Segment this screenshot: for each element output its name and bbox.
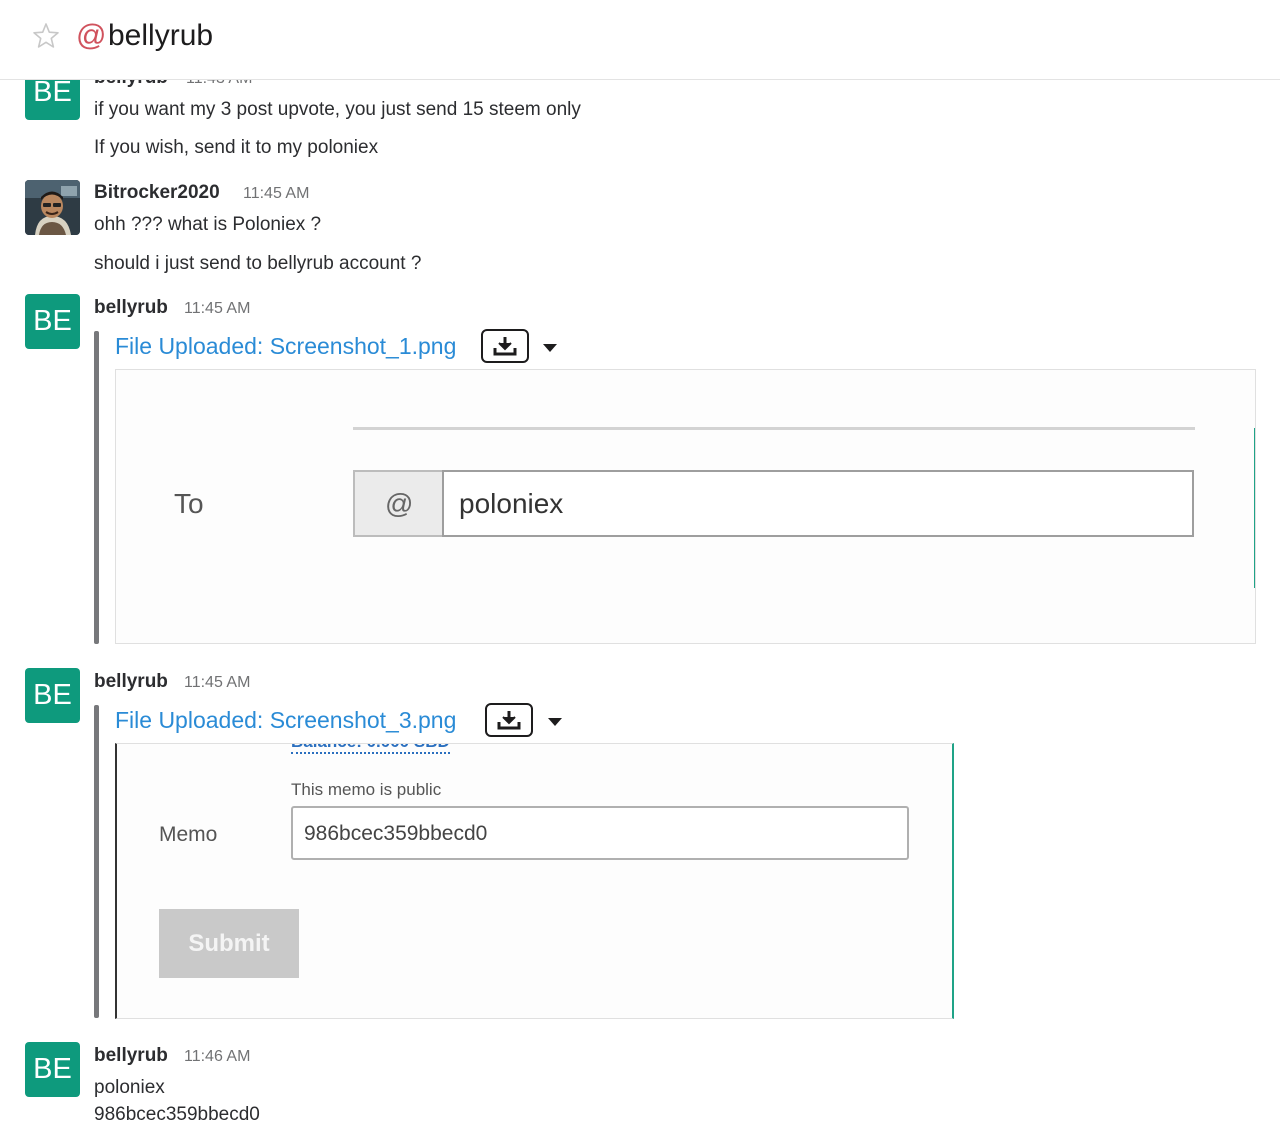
- channel-header: @ bellyrub: [0, 0, 1280, 80]
- attachment-bar: [94, 331, 99, 644]
- timestamp[interactable]: 11:45 AM: [184, 674, 250, 692]
- divider: [353, 427, 1195, 430]
- avatar[interactable]: [25, 180, 80, 235]
- message-text: if you want my 3 post upvote, you just s…: [94, 99, 581, 120]
- image-preview[interactable]: Balance: 0.000 SBD This memo is public M…: [115, 743, 954, 1019]
- recipient-value: poloniex: [459, 488, 564, 519]
- to-label: To: [174, 488, 204, 519]
- timestamp[interactable]: 11:46 AM: [184, 1048, 250, 1066]
- image-preview[interactable]: To @ poloniex: [115, 369, 1256, 644]
- download-button[interactable]: [485, 703, 533, 737]
- memo-hint: This memo is public: [291, 780, 442, 799]
- file-link[interactable]: File Uploaded: Screenshot_1.png: [115, 333, 456, 360]
- avatar[interactable]: BE: [25, 668, 80, 723]
- timestamp[interactable]: 11:45 AM: [243, 185, 309, 203]
- sender-name[interactable]: bellyrub: [94, 671, 168, 693]
- message-text: should i just send to bellyrub account ?: [94, 253, 422, 274]
- download-icon: [493, 337, 517, 356]
- at-prefix-box: @: [353, 470, 443, 537]
- file-menu-caret-icon[interactable]: [543, 344, 557, 352]
- memo-value: 986bcec359bbecd0: [304, 822, 488, 845]
- message-text: 986bcec359bbecd0: [94, 1104, 260, 1124]
- channel-title[interactable]: bellyrub: [108, 16, 213, 56]
- avatar[interactable]: BE: [25, 1042, 80, 1097]
- download-button[interactable]: [481, 329, 529, 363]
- download-icon: [497, 711, 521, 730]
- sender-name[interactable]: Bitrocker2020: [94, 182, 220, 204]
- sender-name[interactable]: bellyrub: [94, 1045, 168, 1067]
- submit-button: Submit: [159, 909, 299, 978]
- file-link[interactable]: File Uploaded: Screenshot_3.png: [115, 707, 456, 734]
- timestamp[interactable]: 11:45 AM: [184, 300, 250, 318]
- sender-name[interactable]: bellyrub: [94, 297, 168, 319]
- accent-line: [1254, 428, 1255, 588]
- balance-link: Balance: 0.000 SBD: [291, 744, 450, 754]
- avatar[interactable]: BE: [25, 294, 80, 349]
- message-text: poloniex: [94, 1077, 165, 1098]
- recipient-input: poloniex: [442, 470, 1194, 537]
- at-symbol: @: [385, 488, 414, 519]
- message-text: ohh ??? what is Poloniex ?: [94, 214, 322, 235]
- at-symbol: @: [76, 19, 107, 52]
- attachment-bar: [94, 705, 99, 1018]
- user-photo-icon: [25, 180, 80, 235]
- message-text: If you wish, send it to my poloniex: [94, 137, 379, 158]
- file-menu-caret-icon[interactable]: [548, 718, 562, 726]
- star-icon[interactable]: [32, 22, 60, 50]
- memo-input: 986bcec359bbecd0: [291, 806, 909, 860]
- memo-label: Memo: [159, 823, 218, 846]
